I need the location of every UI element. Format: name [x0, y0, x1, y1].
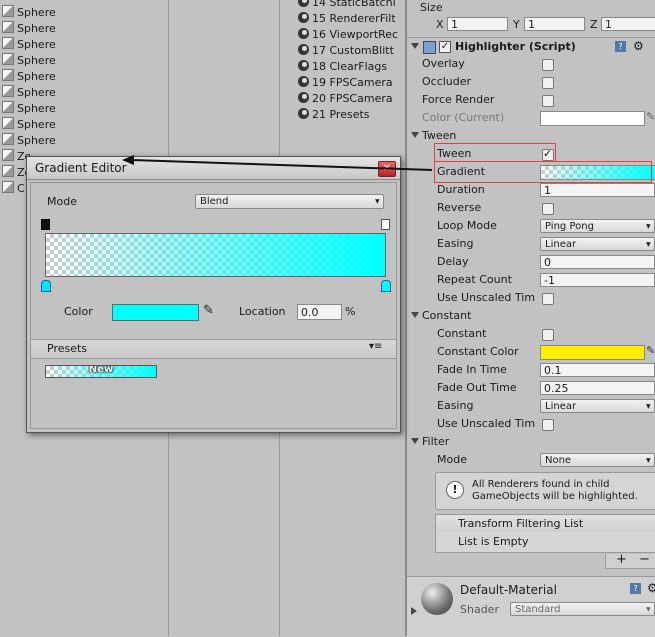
- pointer-arrow: [122, 155, 433, 171]
- pointer-arrow-line: [131, 159, 433, 171]
- pointer-arrow-head: [122, 155, 134, 165]
